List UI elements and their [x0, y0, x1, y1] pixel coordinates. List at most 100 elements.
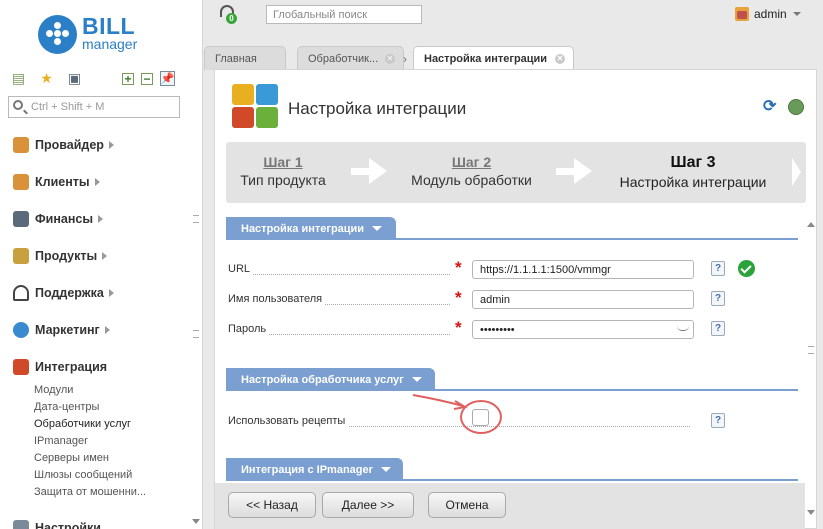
- menu-item-marketing[interactable]: Маркетинг: [13, 321, 110, 339]
- menu-item-products[interactable]: Продукты: [13, 247, 108, 265]
- scroll-grip: [808, 346, 814, 354]
- step-description: Тип продукта: [240, 172, 326, 188]
- billmanager-logo[interactable]: BILL manager: [38, 13, 178, 55]
- dotted-leader: [228, 274, 450, 275]
- search-icon: [13, 100, 23, 110]
- scroll-up-icon[interactable]: [807, 222, 815, 227]
- menu-item-settings[interactable]: Настройки: [13, 519, 101, 529]
- next-button[interactable]: Далее >>: [322, 492, 414, 518]
- logo-dots-icon: [46, 22, 70, 46]
- chevron-down-icon: [372, 226, 383, 231]
- main-panel: Настройка интеграции ⟳ Шаг 1 Тип продукт…: [214, 69, 817, 529]
- wizard-steps: Шаг 1 Тип продукта Шаг 2 Модуль обработк…: [226, 142, 806, 203]
- pin-icon[interactable]: 📌: [160, 71, 175, 86]
- menu-item-provider[interactable]: Провайдер: [13, 136, 114, 154]
- main-scrollbar[interactable]: [805, 212, 817, 522]
- tree-view-icon[interactable]: ▤: [10, 70, 27, 87]
- help-icon[interactable]: ?: [711, 321, 725, 336]
- support-badge: 0: [226, 13, 237, 24]
- tab-integration-settings[interactable]: Настройка интеграции ✕: [413, 46, 574, 70]
- field-username: Имя пользователя * ?: [228, 288, 798, 310]
- submenu-item-ipmanager[interactable]: IPmanager: [34, 435, 146, 452]
- headset-icon[interactable]: 0: [218, 3, 237, 24]
- submenu-item-message-gateways[interactable]: Шлюзы сообщений: [34, 469, 146, 486]
- check-ok-icon: [738, 260, 755, 277]
- user-menu[interactable]: admin: [735, 7, 801, 21]
- tab-home[interactable]: Главная: [204, 46, 286, 70]
- chevron-down-icon: [380, 467, 391, 472]
- menu-item-clients[interactable]: Клиенты: [13, 173, 100, 191]
- scroll-down-icon[interactable]: [807, 510, 815, 515]
- back-button[interactable]: << Назад: [228, 492, 316, 518]
- menu-item-support[interactable]: Поддержка: [13, 284, 114, 302]
- tab-handlers[interactable]: Обработчик... ✕: [297, 46, 404, 70]
- page-title: Настройка интеграции: [288, 99, 467, 118]
- settings-icon: [13, 520, 29, 529]
- global-search-input[interactable]: [266, 5, 422, 24]
- submenu-item-service-handlers[interactable]: Обработчики услуг: [34, 418, 146, 435]
- chevron-right-icon: [108, 289, 114, 297]
- submenu-item-fraud-protection[interactable]: Защита от мошенни...: [34, 486, 146, 503]
- refresh-icon[interactable]: ⟳: [763, 99, 778, 115]
- tab-label: Главная: [215, 52, 257, 65]
- section-integration-header[interactable]: Настройка интеграции: [226, 217, 396, 240]
- menu-item-label: Маркетинг: [35, 323, 100, 337]
- support-icon: [13, 285, 29, 301]
- chevron-right-icon: [108, 141, 114, 149]
- help-icon[interactable]: ?: [711, 413, 725, 428]
- menu-item-finance[interactable]: Финансы: [13, 210, 104, 228]
- section-divider: [226, 479, 798, 481]
- help-icon[interactable]: ?: [711, 291, 725, 306]
- menu-search-box: [8, 96, 180, 118]
- section-title: Интеграция с IPmanager: [241, 463, 373, 476]
- username-input[interactable]: [472, 290, 694, 309]
- products-icon: [13, 248, 29, 264]
- step-number: Шаг 3: [670, 154, 716, 171]
- field-label: Имя пользователя: [228, 293, 326, 305]
- left-scrollbar[interactable]: [190, 130, 202, 529]
- password-input[interactable]: [472, 320, 694, 339]
- help-globe-icon[interactable]: [788, 99, 804, 115]
- help-icon[interactable]: ?: [711, 261, 725, 276]
- logo-manager-text: manager: [82, 36, 138, 52]
- wizard-step-3: Шаг 3 Настройка интеграции: [614, 154, 772, 190]
- scroll-down-icon[interactable]: [192, 519, 200, 524]
- collapse-all-icon[interactable]: −: [141, 73, 153, 85]
- required-mark: *: [455, 258, 462, 277]
- wizard-step-2[interactable]: Шаг 2 Модуль обработки: [409, 154, 534, 188]
- submenu-item-modules[interactable]: Модули: [34, 384, 146, 401]
- chevron-right-icon: [94, 178, 100, 186]
- field-label: Использовать рецепты: [228, 415, 349, 427]
- left-panel: BILL manager ▤ ★ ▣ + − 📌 Провайдер Клиен…: [0, 0, 203, 529]
- section-divider: [226, 238, 798, 240]
- favorites-star-icon[interactable]: ★: [38, 70, 55, 87]
- section-title: Настройка обработчика услуг: [241, 373, 404, 386]
- cancel-button[interactable]: Отмена: [428, 492, 506, 518]
- menu-item-label: Финансы: [35, 212, 94, 226]
- submenu-item-datacenters[interactable]: Дата-центры: [34, 401, 146, 418]
- expand-all-icon[interactable]: +: [122, 73, 134, 85]
- menu-search-input[interactable]: [31, 99, 176, 115]
- annotation-arrow-icon: [412, 394, 468, 410]
- clients-icon: [13, 174, 29, 190]
- chevron-right-icon: [102, 252, 108, 260]
- scroll-grip: [193, 215, 199, 223]
- section-handler-header[interactable]: Настройка обработчика услуг: [226, 368, 435, 391]
- tab-separator-icon: ›: [403, 52, 407, 66]
- field-password: Пароль * ?: [228, 318, 798, 340]
- menu-item-integration[interactable]: Интеграция: [13, 358, 107, 376]
- section-ipmanager-header[interactable]: Интеграция с IPmanager: [226, 458, 403, 481]
- wizard-step-1[interactable]: Шаг 1 Тип продукта: [238, 154, 328, 188]
- menu-item-label: Поддержка: [35, 286, 104, 300]
- url-input[interactable]: [472, 260, 694, 279]
- clipboard-icon[interactable]: ▣: [66, 70, 83, 87]
- required-mark: *: [455, 318, 462, 337]
- step-number: Шаг 2: [451, 154, 492, 170]
- chevron-right-icon: [98, 215, 104, 223]
- field-url: URL * ?: [228, 258, 798, 280]
- integration-submenu: Модули Дата-центры Обработчики услуг IPm…: [34, 384, 146, 503]
- field-label: URL: [228, 263, 254, 275]
- submenu-item-nameservers[interactable]: Серверы имен: [34, 452, 146, 469]
- close-icon[interactable]: ✕: [385, 54, 395, 64]
- close-icon[interactable]: ✕: [555, 54, 565, 64]
